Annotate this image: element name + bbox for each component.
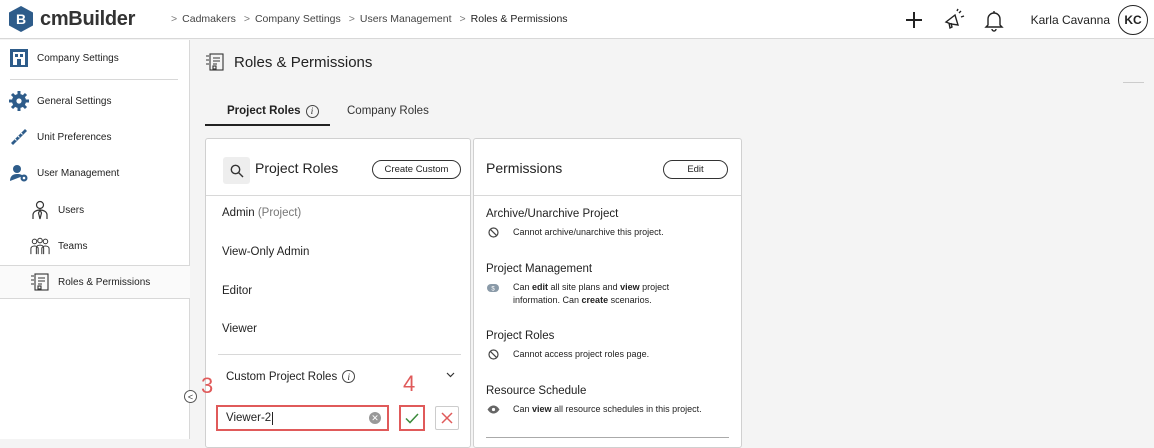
sidebar-item-teams[interactable]: Teams — [30, 236, 87, 256]
info-icon[interactable]: i — [305, 104, 319, 118]
clear-input-icon[interactable]: ✕ — [369, 412, 381, 424]
plus-icon[interactable] — [901, 7, 927, 33]
search-button[interactable] — [223, 157, 250, 184]
sidebar-item-label: Unit Preferences — [37, 131, 112, 143]
sidebar-item-general-settings[interactable]: General Settings — [9, 91, 112, 111]
permission-group: Project Roles Cannot access project role… — [486, 330, 736, 361]
avatar[interactable]: KC — [1118, 4, 1148, 35]
step-label-4: 4 — [403, 371, 416, 396]
eye-icon — [486, 403, 500, 416]
confirm-button[interactable] — [399, 405, 425, 431]
ruler-icon — [9, 127, 29, 147]
close-icon — [441, 412, 453, 424]
role-name-input[interactable]: Viewer-2 ✕ — [216, 405, 389, 431]
check-icon — [405, 412, 419, 424]
sidebar-item-label: Teams — [58, 240, 88, 252]
sidebar-item-unit-preferences[interactable]: Unit Preferences — [9, 127, 111, 147]
logo[interactable]: B cmBuilder — [9, 6, 159, 32]
list-item[interactable]: View-Only Admin — [222, 246, 309, 258]
logo-mark-icon: B — [9, 6, 33, 32]
create-custom-button[interactable]: Create Custom — [372, 160, 461, 179]
breadcrumb-item-users-management[interactable]: > Users Management — [349, 13, 452, 25]
active-tab-indicator — [205, 124, 330, 126]
breadcrumb-item-cadmakers[interactable]: > Cadmakers — [171, 13, 236, 25]
page-title-text: Roles & Permissions — [234, 53, 373, 71]
project-roles-panel: Project Roles Create Custom Admin (Proje… — [201, 138, 471, 448]
info-icon[interactable]: i — [342, 370, 356, 383]
divider — [1123, 82, 1144, 83]
sidebar: Company Settings General Settings Unit P… — [0, 40, 190, 439]
permission-name: Resource Schedule — [486, 385, 587, 397]
user-gear-icon — [9, 163, 29, 183]
list-item[interactable]: Admin (Project) — [222, 207, 301, 219]
breadcrumb-item-company-settings[interactable]: > Company Settings — [244, 13, 341, 25]
user-name[interactable]: Karla Cavanna — [1031, 13, 1110, 27]
cancel-button[interactable] — [435, 406, 459, 430]
step-label-3: 3 — [201, 373, 214, 398]
permissions-panel: Permissions Edit Archive/Unarchive Proje… — [473, 138, 742, 448]
sidebar-item-label: User Management — [37, 167, 120, 179]
permission-description: Cannot access project roles page. — [513, 349, 650, 359]
permission-description: Cannot archive/unarchive this project. — [513, 227, 664, 237]
ban-icon — [486, 348, 500, 361]
edit-button[interactable]: Edit — [663, 160, 728, 179]
roles-icon — [205, 52, 225, 72]
search-icon — [230, 164, 243, 177]
tab-company-roles[interactable]: Company Roles — [347, 96, 429, 126]
ban-icon — [486, 226, 500, 239]
tab-project-roles[interactable]: Project Roles i — [227, 96, 319, 126]
sidebar-item-label: Users — [58, 204, 85, 216]
sidebar-item-label: Roles & Permissions — [58, 276, 151, 288]
top-bar: B cmBuilder > Cadmakers > Company Settings… — [0, 0, 1154, 39]
sidebar-item-user-management[interactable]: User Management — [9, 163, 119, 183]
permission-group: Archive/Unarchive Project Cannot archive… — [486, 208, 736, 239]
team-icon — [30, 236, 50, 256]
sidebar-item-users[interactable]: Users — [30, 200, 84, 220]
page-title: Roles & Permissions — [205, 52, 372, 72]
sidebar-item-company-settings[interactable]: Company Settings — [9, 48, 119, 68]
permission-description: Can view all resource schedules in this … — [513, 404, 702, 414]
divider — [10, 79, 178, 80]
breadcrumb-item-roles-permissions: > Roles & Permissions — [459, 13, 568, 25]
divider — [218, 354, 461, 355]
user-icon — [30, 200, 50, 220]
breadcrumb: > Cadmakers > Company Settings > Users Mana… — [171, 13, 576, 25]
sidebar-item-label: Company Settings — [37, 52, 119, 64]
sidebar-collapse-button[interactable]: < — [184, 390, 197, 403]
building-icon — [9, 48, 29, 68]
gear-icon — [9, 91, 29, 111]
list-item[interactable]: Viewer — [222, 323, 257, 335]
divider — [486, 437, 729, 438]
permission-name: Archive/Unarchive Project — [486, 208, 619, 220]
panel-header: Project Roles Create Custom — [206, 139, 470, 196]
panel-title: Project Roles — [255, 160, 339, 176]
roles-icon — [30, 272, 50, 292]
panel-header: Permissions Edit — [474, 139, 741, 196]
permission-group: Resource Schedule Can view all resource … — [486, 385, 736, 416]
permission-group: Project Management $ Can edit all site p… — [486, 263, 736, 307]
list-item[interactable]: Editor — [222, 285, 252, 297]
logo-text: cmBuilder — [40, 7, 136, 30]
custom-roles-section-header[interactable]: Custom Project Roles i — [226, 370, 356, 383]
panel-title: Permissions — [486, 160, 563, 176]
permission-name: Project Roles — [486, 330, 555, 342]
sidebar-item-label: General Settings — [37, 95, 112, 107]
sidebar-item-roles-permissions[interactable]: Roles & Permissions — [30, 272, 150, 292]
tab-bar: Project Roles i Company Roles — [205, 96, 1145, 126]
megaphone-icon[interactable] — [941, 7, 967, 33]
permission-name: Project Management — [486, 263, 593, 275]
bell-icon[interactable] — [981, 7, 1007, 33]
permission-description: Can edit all site plans and view project… — [513, 282, 670, 305]
dollar-badge-icon: $ — [486, 281, 500, 294]
chevron-down-icon[interactable] — [446, 370, 455, 381]
